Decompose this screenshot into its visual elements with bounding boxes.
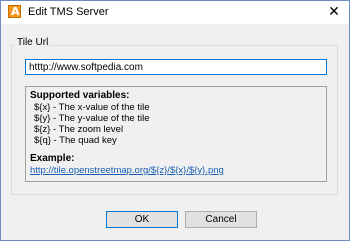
app-logo-glyph: A (11, 5, 20, 18)
tile-url-group-title: Tile Url (15, 37, 51, 48)
variable-z-desc: ${z} - The zoom level (34, 124, 124, 135)
variable-y-desc: ${y} - The y-value of the tile (34, 113, 150, 124)
example-url-link[interactable]: http://tile.openstreetmap.org/${z}/${x}/… (30, 165, 224, 176)
close-icon[interactable]: ✕ (319, 1, 349, 24)
ok-button[interactable]: OK (106, 211, 178, 228)
example-heading: Example: (30, 153, 75, 164)
cancel-button[interactable]: Cancel (185, 211, 257, 228)
variable-q-desc: ${q} - The quad key (34, 135, 117, 146)
help-panel: Supported variables: ${x} - The x-value … (25, 86, 327, 182)
tile-url-input[interactable] (25, 59, 327, 75)
window-title: Edit TMS Server (28, 6, 109, 18)
app-logo-icon: A (8, 5, 21, 18)
title-bar: A Edit TMS Server ✕ (1, 1, 349, 24)
variable-x-desc: ${x} - The x-value of the tile (34, 102, 150, 113)
supported-variables-heading: Supported variables: (30, 90, 130, 101)
